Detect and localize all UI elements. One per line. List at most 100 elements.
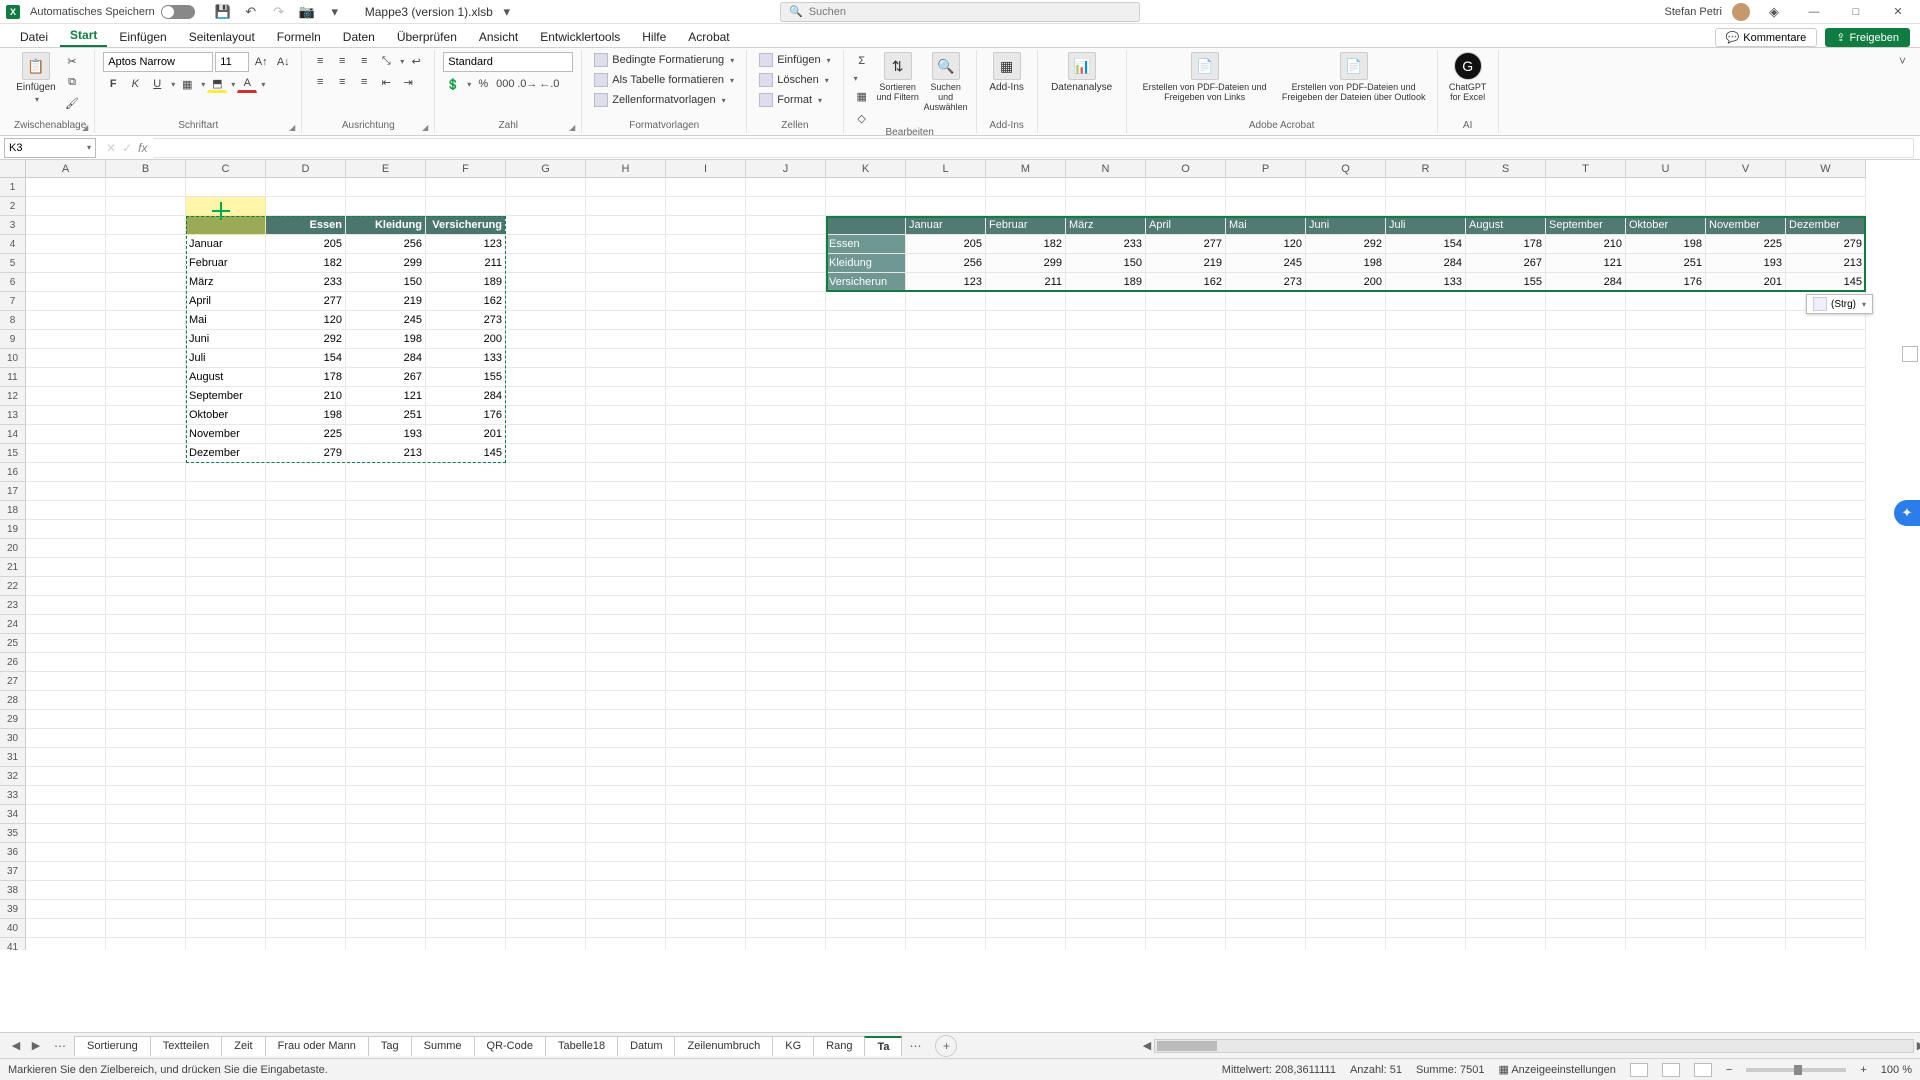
- cell[interactable]: [986, 672, 1066, 691]
- cell[interactable]: [746, 482, 826, 501]
- cell[interactable]: [1466, 444, 1546, 463]
- cell[interactable]: [586, 178, 666, 197]
- row-header-13[interactable]: 13: [0, 406, 26, 425]
- cell[interactable]: 198: [1306, 254, 1386, 273]
- row-header-27[interactable]: 27: [0, 672, 26, 691]
- cell[interactable]: [346, 501, 426, 520]
- cell[interactable]: [746, 349, 826, 368]
- cell[interactable]: [266, 786, 346, 805]
- cell[interactable]: [1466, 577, 1546, 596]
- cell[interactable]: [1786, 539, 1866, 558]
- cell[interactable]: [1466, 824, 1546, 843]
- cell[interactable]: [1386, 425, 1466, 444]
- save-icon[interactable]: 💾: [215, 4, 231, 20]
- cell[interactable]: [1466, 938, 1546, 950]
- cell[interactable]: [186, 178, 266, 197]
- cell[interactable]: 150: [1066, 254, 1146, 273]
- col-header-K[interactable]: K: [826, 160, 906, 178]
- cell[interactable]: [1546, 843, 1626, 862]
- row-header-35[interactable]: 35: [0, 824, 26, 843]
- cell[interactable]: [1466, 653, 1546, 672]
- cell[interactable]: [1146, 292, 1226, 311]
- cell[interactable]: [826, 634, 906, 653]
- cell[interactable]: Versicherun: [826, 273, 906, 292]
- underline-button[interactable]: U: [147, 75, 167, 93]
- cell[interactable]: [1466, 767, 1546, 786]
- row-header-22[interactable]: 22: [0, 577, 26, 596]
- row-header-4[interactable]: 4: [0, 235, 26, 254]
- cell[interactable]: [26, 710, 106, 729]
- cell[interactable]: [346, 710, 426, 729]
- row-header-41[interactable]: 41: [0, 938, 26, 950]
- cell[interactable]: [1626, 710, 1706, 729]
- cell[interactable]: [906, 710, 986, 729]
- cell[interactable]: [746, 444, 826, 463]
- cell[interactable]: [746, 843, 826, 862]
- cell[interactable]: [106, 558, 186, 577]
- cell[interactable]: [746, 634, 826, 653]
- col-header-M[interactable]: M: [986, 160, 1066, 178]
- cell[interactable]: [1386, 824, 1466, 843]
- cell[interactable]: [906, 406, 986, 425]
- cell[interactable]: [106, 748, 186, 767]
- col-header-U[interactable]: U: [1626, 160, 1706, 178]
- col-header-J[interactable]: J: [746, 160, 826, 178]
- cell[interactable]: [1786, 919, 1866, 938]
- cell[interactable]: [826, 691, 906, 710]
- cell[interactable]: [106, 292, 186, 311]
- cell[interactable]: [586, 843, 666, 862]
- cell[interactable]: [906, 653, 986, 672]
- cell[interactable]: [1466, 197, 1546, 216]
- cell[interactable]: [186, 463, 266, 482]
- row-header-10[interactable]: 10: [0, 349, 26, 368]
- cell[interactable]: [986, 843, 1066, 862]
- cell[interactable]: [906, 843, 986, 862]
- cell[interactable]: [1146, 577, 1226, 596]
- cell[interactable]: [1066, 653, 1146, 672]
- cell[interactable]: Kleidung: [346, 216, 426, 235]
- cell[interactable]: 245: [1226, 254, 1306, 273]
- cell[interactable]: [586, 786, 666, 805]
- cell[interactable]: [1386, 330, 1466, 349]
- cell[interactable]: [826, 881, 906, 900]
- cell[interactable]: [906, 767, 986, 786]
- cell[interactable]: [106, 710, 186, 729]
- cell[interactable]: [426, 767, 506, 786]
- cell[interactable]: [666, 368, 746, 387]
- cell[interactable]: November: [186, 425, 266, 444]
- cell[interactable]: [586, 425, 666, 444]
- cell[interactable]: [426, 653, 506, 672]
- cell[interactable]: [1786, 767, 1866, 786]
- cell[interactable]: [1386, 368, 1466, 387]
- cell[interactable]: [666, 482, 746, 501]
- cell[interactable]: [426, 862, 506, 881]
- cell[interactable]: [1706, 311, 1786, 330]
- cell[interactable]: [1546, 672, 1626, 691]
- cell[interactable]: 120: [1226, 235, 1306, 254]
- cell[interactable]: [506, 330, 586, 349]
- cell[interactable]: [1066, 577, 1146, 596]
- addins-button[interactable]: ▦Add-Ins: [985, 52, 1029, 93]
- cell[interactable]: [1626, 748, 1706, 767]
- cell[interactable]: [106, 653, 186, 672]
- cell[interactable]: [586, 216, 666, 235]
- copy-icon[interactable]: ⧉: [62, 73, 82, 91]
- cell[interactable]: [1146, 349, 1226, 368]
- cell[interactable]: [1146, 330, 1226, 349]
- col-header-I[interactable]: I: [666, 160, 746, 178]
- cell[interactable]: [266, 881, 346, 900]
- cell[interactable]: [1706, 710, 1786, 729]
- accounting-icon[interactable]: 💲: [443, 75, 463, 93]
- col-header-C[interactable]: C: [186, 160, 266, 178]
- cell[interactable]: [1386, 406, 1466, 425]
- cell[interactable]: [1706, 900, 1786, 919]
- cell[interactable]: [1786, 881, 1866, 900]
- cell[interactable]: [1466, 520, 1546, 539]
- cell[interactable]: [1466, 634, 1546, 653]
- cell[interactable]: [1386, 387, 1466, 406]
- find-select-button[interactable]: 🔍Suchen und Auswählen: [924, 52, 968, 112]
- cell[interactable]: [1386, 482, 1466, 501]
- redo-icon[interactable]: ↷: [271, 4, 287, 20]
- cell[interactable]: [1066, 539, 1146, 558]
- cell[interactable]: [426, 539, 506, 558]
